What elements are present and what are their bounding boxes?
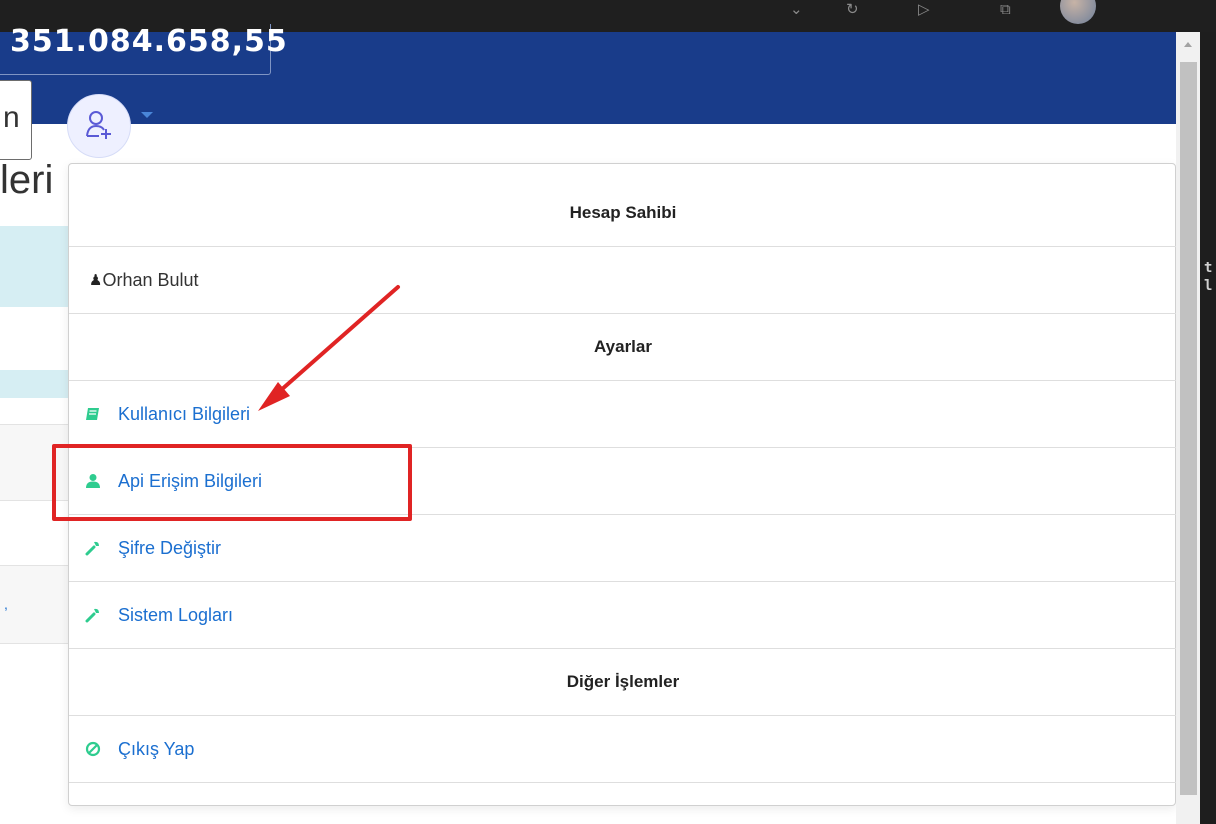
section-header-settings: Ayarlar bbox=[69, 314, 1177, 381]
browser-icon[interactable]: ↻ bbox=[846, 0, 859, 18]
annotation-highlight-box bbox=[52, 444, 412, 521]
menu-item-label: Şifre Değiştir bbox=[118, 537, 222, 558]
scrollbar-thumb[interactable] bbox=[1180, 62, 1197, 795]
menu-item-logout[interactable]: Çıkış Yap bbox=[69, 716, 1177, 783]
menu-item-user-info[interactable]: Kullanıcı Bilgileri bbox=[69, 381, 1177, 448]
browser-icon[interactable]: ⌄ bbox=[790, 0, 803, 18]
menu-item-label: Çıkış Yap bbox=[118, 738, 195, 759]
menu-item-label: Sistem Logları bbox=[118, 604, 234, 625]
section-header-label: Hesap Sahibi bbox=[569, 203, 677, 222]
user-plus-icon bbox=[86, 111, 111, 139]
app-header: 351.084.658,55 bbox=[0, 24, 1176, 124]
header-input-text: n bbox=[3, 101, 20, 134]
background-card: , bbox=[0, 565, 68, 644]
background-panel bbox=[0, 370, 68, 398]
play-icon[interactable]: ▷ bbox=[918, 0, 930, 18]
chevron-down-icon[interactable] bbox=[141, 112, 153, 118]
section-header-other: Diğer İşlemler bbox=[69, 649, 1177, 716]
browser-profile-avatar[interactable] bbox=[1060, 0, 1096, 24]
section-header-account-owner: Hesap Sahibi bbox=[69, 180, 1177, 247]
menu-item-label: Kullanıcı Bilgileri bbox=[118, 403, 251, 424]
account-owner-row: ♟ Orhan Bulut bbox=[69, 247, 1177, 314]
wrench-icon bbox=[85, 541, 99, 556]
account-owner-name: Orhan Bulut bbox=[102, 269, 199, 290]
balance-amount: 351.084.658,55 bbox=[10, 24, 288, 59]
section-header-label: Diğer İşlemler bbox=[566, 672, 680, 691]
wrench-icon bbox=[85, 608, 99, 623]
page-title-partial: leri bbox=[0, 158, 54, 202]
menu-item-change-password[interactable]: Şifre Değiştir bbox=[69, 515, 1177, 582]
ban-icon bbox=[85, 741, 101, 757]
vertical-scrollbar[interactable] bbox=[1176, 32, 1200, 824]
side-panel-edge: t l bbox=[1200, 32, 1216, 824]
header-input-partial[interactable]: n bbox=[0, 80, 32, 160]
section-header-label: Ayarlar bbox=[594, 337, 652, 356]
book-icon bbox=[86, 408, 99, 420]
user-menu-button[interactable] bbox=[67, 94, 131, 158]
extension-icon[interactable]: ⧉ bbox=[1000, 0, 1011, 18]
background-panel bbox=[0, 226, 68, 307]
menu-item-system-logs[interactable]: Sistem Logları bbox=[69, 582, 1177, 649]
user-secret-icon: ♟ bbox=[89, 271, 103, 289]
scroll-up-icon[interactable] bbox=[1184, 42, 1192, 47]
